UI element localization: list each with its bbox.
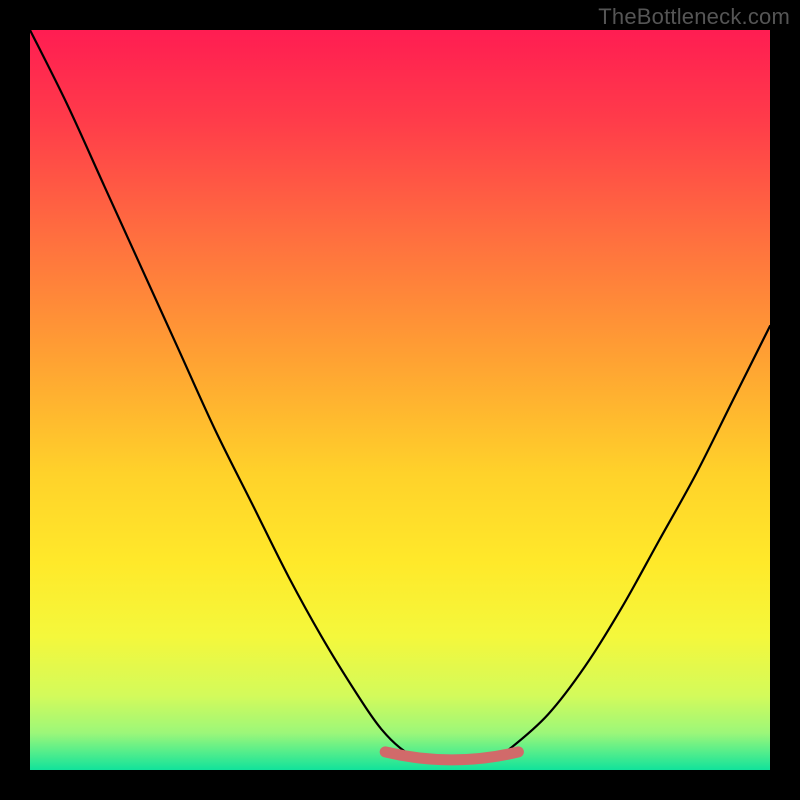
gradient-background <box>30 30 770 770</box>
plot-area <box>30 30 770 770</box>
watermark-text: TheBottleneck.com <box>598 4 790 30</box>
chart-svg <box>30 30 770 770</box>
chart-frame: TheBottleneck.com <box>0 0 800 800</box>
